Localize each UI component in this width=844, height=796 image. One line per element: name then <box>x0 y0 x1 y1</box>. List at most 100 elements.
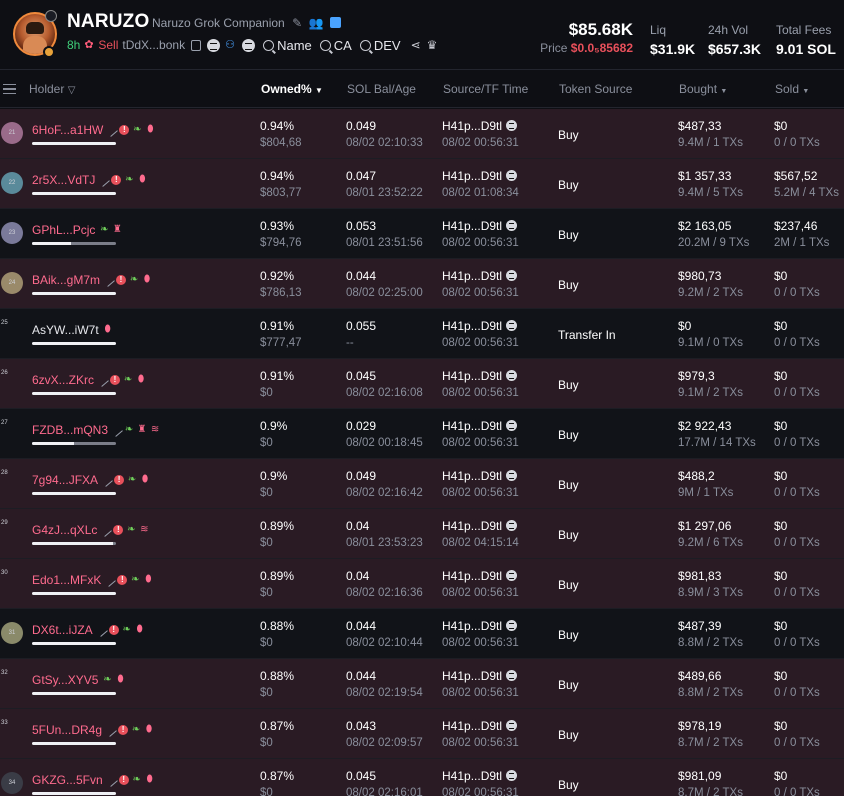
funding-source[interactable]: H41p...D9tl <box>442 769 518 783</box>
dex-icon[interactable] <box>207 38 221 52</box>
funding-time: 08/02 00:56:31 <box>442 637 519 649</box>
token-avatar[interactable] <box>13 10 57 58</box>
sold-usd: $567,52 <box>774 169 818 183</box>
holder-address[interactable]: G4zJ...qXLc ! ❧ ≋ <box>32 523 149 537</box>
holder-address[interactable]: GPhL...Pcjc ❧ ♜ <box>32 223 122 237</box>
table-row[interactable]: 25 AsYW...iW7t ⬮ 0.91% $777,47 0.055 -- … <box>0 309 844 359</box>
owned-usd: $0 <box>260 737 273 749</box>
info-badge-icon <box>45 10 57 22</box>
funding-source[interactable]: H41p...D9tl <box>442 519 518 533</box>
search-dev-button[interactable]: DEV <box>359 38 401 53</box>
funding-source[interactable]: H41p...D9tl <box>442 169 518 183</box>
table-row[interactable]: 34 GKZG...5Fvn ! ❧ ⬮ 0.87% $0 0.045 08/02 … <box>0 759 844 796</box>
column-owned[interactable]: Owned% ▼ <box>261 82 323 96</box>
community-icon[interactable]: 👥 <box>308 16 323 30</box>
share-icon[interactable]: ⋖ <box>411 38 421 52</box>
table-row[interactable]: 26 6zvX...ZKrc ! ❧ ⬮ 0.91% $0 0.045 08/02 … <box>0 359 844 409</box>
holder-address[interactable]: 6HoF...a1HW ! ❧ ⬮ <box>32 123 155 137</box>
edit-icon <box>103 573 117 587</box>
holder-rank: 23 <box>8 230 16 236</box>
holder-address[interactable]: Edo1...MFxK ! ❧ ⬮ <box>32 573 153 587</box>
funding-source[interactable]: H41p...D9tl <box>442 419 518 433</box>
bought-usd: $489,66 <box>678 669 722 683</box>
holder-address[interactable]: 7g94...JFXA ! ❧ ⬮ <box>32 473 150 487</box>
leaf-icon: ❧ <box>131 574 140 585</box>
holder-address[interactable]: 6zvX...ZKrc ! ❧ ⬮ <box>32 373 146 387</box>
table-row[interactable]: 31 DX6t...iJZA ! ❧ ⬮ 0.88% $0 0.044 08/02 … <box>0 609 844 659</box>
column-holder[interactable]: Holder ▽ <box>29 82 75 96</box>
holding-progress-bar <box>32 492 116 495</box>
holder-address[interactable]: DX6t...iJZA ! ❧ ⬮ <box>32 623 145 637</box>
table-row[interactable]: 22 2r5X...VdTJ ! ❧ ⬮ 0.94% $803,77 0.047 0… <box>0 159 844 209</box>
owned-percent: 0.9% <box>260 469 288 483</box>
sold-amount: 0 / 0 TXs <box>774 387 820 399</box>
holding-progress-bar <box>32 292 116 295</box>
pill-icon: ⬮ <box>146 774 153 785</box>
holding-progress-fill <box>32 392 116 395</box>
holder-address[interactable]: FZDB...mQN3 ❧ ♜ ≋ <box>32 423 160 437</box>
funding-source[interactable]: H41p...D9tl <box>442 619 518 633</box>
table-row[interactable]: 29 G4zJ...qXLc ! ❧ ≋ 0.89% $0 0.04 08/01 2… <box>0 509 844 559</box>
table-row[interactable]: 23 GPhL...Pcjc ❧ ♜ 0.93% $794,76 0.053 08… <box>0 209 844 259</box>
table-row[interactable]: 33 5FUn...DR4g ! ❧ ⬮ 0.87% $0 0.043 08/02 … <box>0 709 844 759</box>
funding-source[interactable]: H41p...D9tl <box>442 669 518 683</box>
funding-source[interactable]: H41p...D9tl <box>442 719 518 733</box>
bought-amount: 9.2M / 6 TXs <box>678 537 743 549</box>
column-source[interactable]: Source/TF Time <box>443 82 528 96</box>
funding-source[interactable]: H41p...D9tl <box>442 269 518 283</box>
column-bought[interactable]: Bought ▼ <box>679 82 727 96</box>
sol-balance: 0.04 <box>346 569 370 583</box>
pill-icon: ⬮ <box>117 674 124 685</box>
crown-icon[interactable]: ♛ <box>427 38 438 52</box>
column-sold[interactable]: Sold ▼ <box>775 82 809 96</box>
table-row[interactable]: 24 BAik...gM7m ! ❧ ⬮ 0.92% $786,13 0.044 0… <box>0 259 844 309</box>
leaf-icon: ❧ <box>133 124 142 135</box>
holder-address[interactable]: 2r5X...VdTJ ! ❧ ⬮ <box>32 173 147 187</box>
holding-progress-fill <box>32 692 116 695</box>
funding-source[interactable]: H41p...D9tl <box>442 469 518 483</box>
settings-sliders-icon[interactable] <box>3 84 16 94</box>
table-row[interactable]: 21 6HoF...a1HW ! ❧ ⬮ 0.94% $804,68 0.049 0… <box>0 109 844 159</box>
contract-address[interactable]: tDdX...bonk <box>122 38 185 52</box>
solana-icon[interactable] <box>242 38 256 52</box>
sell-label[interactable]: Sell <box>98 38 118 52</box>
filter-icon[interactable]: ▽ <box>68 85 76 96</box>
token-source: Buy <box>558 178 579 192</box>
bundle-icon[interactable]: ⚇ <box>225 39 239 51</box>
funding-source[interactable]: H41p...D9tl <box>442 119 518 133</box>
holder-address[interactable]: BAik...gM7m ! ❧ ⬮ <box>32 273 152 287</box>
sold-amount: 0 / 0 TXs <box>774 787 820 796</box>
search-name-button[interactable]: Name <box>263 38 312 53</box>
token-source: Buy <box>558 578 579 592</box>
holder-tags: ! ❧ ⬮ <box>100 473 150 487</box>
website-icon[interactable] <box>329 17 341 28</box>
exchange-icon <box>506 670 518 681</box>
funding-source[interactable]: H41p...D9tl <box>442 319 518 333</box>
funding-source[interactable]: H41p...D9tl <box>442 369 518 383</box>
bought-amount: 8.8M / 2 TXs <box>678 637 743 649</box>
edit-icon[interactable]: ✎ <box>292 16 302 30</box>
table-row[interactable]: 30 Edo1...MFxK ! ❧ ⬮ 0.89% $0 0.04 08/02 0… <box>0 559 844 609</box>
table-row[interactable]: 27 FZDB...mQN3 ❧ ♜ ≋ 0.9% $0 0.029 08/02 0… <box>0 409 844 459</box>
table-row[interactable]: 28 7g94...JFXA ! ❧ ⬮ 0.9% $0 0.049 08/02 0… <box>0 459 844 509</box>
table-row[interactable]: 32 GtSy...XYV5 ❧ ⬮ 0.88% $0 0.044 08/02 0… <box>0 659 844 709</box>
column-sol-bal[interactable]: SOL Bal/Age <box>347 82 416 96</box>
holder-address[interactable]: GtSy...XYV5 ❧ ⬮ <box>32 673 125 687</box>
funding-time: 08/02 00:56:31 <box>442 487 519 499</box>
search-ca-button[interactable]: CA <box>319 38 352 53</box>
funding-source[interactable]: H41p...D9tl <box>442 219 518 233</box>
leaf-icon: ❧ <box>122 624 131 635</box>
owned-usd: $0 <box>260 587 273 599</box>
alert-icon: ! <box>118 775 129 785</box>
liquidity-label: Liq <box>650 23 667 37</box>
search-icon <box>263 39 275 51</box>
bought-amount: 9.2M / 2 TXs <box>678 287 743 299</box>
holder-address[interactable]: GKZG...5Fvn ! ❧ ⬮ <box>32 773 155 787</box>
holder-address[interactable]: AsYW...iW7t ⬮ <box>32 323 113 337</box>
copy-icon[interactable] <box>191 39 202 51</box>
holder-address[interactable]: 5FUn...DR4g ! ❧ ⬮ <box>32 723 154 737</box>
holding-progress-fill <box>32 142 116 145</box>
funding-source[interactable]: H41p...D9tl <box>442 569 518 583</box>
column-token-source[interactable]: Token Source <box>559 82 632 96</box>
holder-tags: ! ❧ ⬮ <box>104 773 155 787</box>
